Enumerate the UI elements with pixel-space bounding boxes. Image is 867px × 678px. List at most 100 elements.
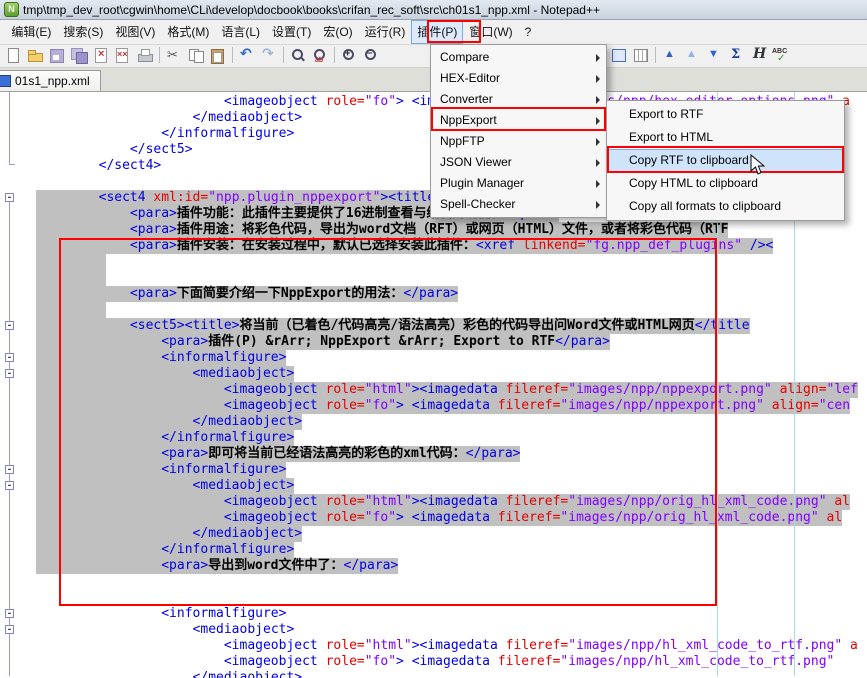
- code-line-text: <sect5><title>将当前（已着色/代码高亮/语法高亮）彩色的代码导出问…: [36, 318, 750, 334]
- plugins-menu: CompareHEX-EditorConverterNppExportNppFT…: [430, 44, 607, 218]
- paste-icon[interactable]: [208, 46, 228, 64]
- code-line-text: [36, 254, 106, 270]
- zoom-out-icon[interactable]: [361, 46, 381, 64]
- toolbar-left: [2, 46, 382, 64]
- code-line: - <mediaobject>: [0, 366, 867, 382]
- fold-toggle-icon[interactable]: -: [5, 625, 14, 634]
- tri-up2-icon[interactable]: [682, 46, 702, 64]
- tab-label: 01s1_npp.xml: [15, 74, 90, 88]
- replace-icon[interactable]: [310, 46, 330, 64]
- menu-language[interactable]: 语言(L): [215, 20, 266, 44]
- code-line-text: <para>插件(P) &rArr; NppExport &rArr; Expo…: [36, 334, 610, 350]
- code-line-text: </mediaobject>: [36, 670, 302, 678]
- undo-icon[interactable]: [237, 46, 257, 64]
- code-line: <para>即可将当前已经语法高亮的彩色的xml代码：</para>: [0, 446, 867, 462]
- code-line: [0, 590, 867, 606]
- copy-icon[interactable]: [186, 46, 206, 64]
- spell-icon[interactable]: [770, 46, 790, 64]
- menu-view[interactable]: 视图(V): [109, 20, 161, 44]
- find-icon[interactable]: [288, 46, 308, 64]
- zoom-in-icon[interactable]: [339, 46, 359, 64]
- menu-item-export-to-html[interactable]: Export to HTML: [607, 126, 844, 149]
- sigma-icon[interactable]: [726, 46, 746, 64]
- new-file-icon[interactable]: [3, 46, 23, 64]
- menu-help[interactable]: ?: [519, 20, 538, 44]
- code-line: <imageobject role="html"><imagedata file…: [0, 638, 867, 654]
- notepad-plus-plus-window: { "window": { "title": "tmp\\tmp_dev_roo…: [0, 0, 867, 674]
- code-line-text: <mediaobject>: [36, 622, 294, 638]
- menu-item-export-to-rtf[interactable]: Export to RTF: [607, 103, 844, 126]
- menu-item-converter[interactable]: Converter: [431, 89, 606, 110]
- nppexport-submenu: Export to RTFExport to HTMLCopy RTF to c…: [606, 100, 845, 221]
- code-line: </informalfigure>: [0, 430, 867, 446]
- menu-plugins[interactable]: 插件(P): [411, 20, 463, 44]
- menu-format[interactable]: 格式(M): [161, 20, 215, 44]
- code-line: </mediaobject>: [0, 414, 867, 430]
- code-line: <para>导出到word文件中了：</para>: [0, 558, 867, 574]
- code-line: [0, 254, 867, 270]
- code-line: </informalfigure>: [0, 542, 867, 558]
- menu-item-plugin-manager[interactable]: Plugin Manager: [431, 173, 606, 194]
- fold-toggle-icon[interactable]: -: [5, 481, 14, 490]
- code-line: </mediaobject>: [0, 670, 867, 678]
- menu-edit[interactable]: 编辑(E): [5, 20, 57, 44]
- code-line-text: <mediaobject>: [36, 366, 294, 382]
- menu-run[interactable]: 运行(R): [359, 20, 412, 44]
- fold-toggle-icon[interactable]: -: [5, 465, 14, 474]
- doc-switch-icon[interactable]: [609, 46, 629, 64]
- code-line: </mediaobject>: [0, 526, 867, 542]
- code-line: <imageobject role="html"><imagedata file…: [0, 494, 867, 510]
- code-line: - <informalfigure>: [0, 606, 867, 622]
- code-line: - <mediaobject>: [0, 478, 867, 494]
- code-line: <para>插件安装：在安装过程中，默认已选择安装此插件：<xref linke…: [0, 238, 867, 254]
- save-icon[interactable]: [47, 46, 67, 64]
- redo-icon[interactable]: [259, 46, 279, 64]
- notepad-plus-plus-icon: N: [4, 2, 19, 17]
- menu-item-nppexport[interactable]: NppExport: [431, 110, 606, 131]
- menu-item-spell-checker[interactable]: Spell-Checker: [431, 194, 606, 215]
- saved-state-icon: [0, 75, 11, 87]
- fold-toggle-icon[interactable]: -: [5, 321, 14, 330]
- close-icon[interactable]: [91, 46, 111, 64]
- code-line-text: </mediaobject>: [36, 414, 302, 430]
- fold-toggle-icon[interactable]: -: [5, 193, 14, 202]
- menu-item-nppftp[interactable]: NppFTP: [431, 131, 606, 152]
- save-all-icon[interactable]: [69, 46, 89, 64]
- menu-item-hex-editor[interactable]: HEX-Editor: [431, 68, 606, 89]
- close-all-icon[interactable]: [113, 46, 133, 64]
- code-line-text: <mediaobject>: [36, 478, 294, 494]
- menu-item-copy-rtf-to-clipboard[interactable]: Copy RTF to clipboard: [607, 149, 844, 172]
- toolbar-separator: [283, 47, 284, 63]
- cut-icon[interactable]: [164, 46, 184, 64]
- fold-toggle-icon[interactable]: -: [5, 369, 14, 378]
- menu-settings[interactable]: 设置(T): [266, 20, 317, 44]
- code-line-text: <informalfigure>: [36, 350, 286, 366]
- tab-ch01s1-npp-xml[interactable]: 01s1_npp.xml: [0, 70, 101, 91]
- menu-item-copy-html-to-clipboard[interactable]: Copy HTML to clipboard: [607, 172, 844, 195]
- menu-search[interactable]: 搜索(S): [57, 20, 109, 44]
- toolbar-right: [608, 46, 791, 64]
- tri-down-icon[interactable]: [704, 46, 724, 64]
- heading-icon[interactable]: [748, 46, 768, 64]
- menu-bar: 文件(F)编辑(E)搜索(S)视图(V)格式(M)语言(L)设置(T)宏(O)运…: [0, 20, 867, 45]
- fold-toggle-icon[interactable]: -: [5, 609, 14, 618]
- print-icon[interactable]: [135, 46, 155, 64]
- code-line-text: <imageobject role="html"><imagedata file…: [36, 494, 850, 510]
- code-line: <imageobject role="fo"> <imagedata filer…: [0, 510, 867, 526]
- code-line-text: <informalfigure>: [36, 462, 286, 478]
- fold-toggle-icon[interactable]: -: [5, 353, 14, 362]
- grid-icon[interactable]: [631, 46, 651, 64]
- menu-item-compare[interactable]: Compare: [431, 47, 606, 68]
- code-line: - <informalfigure>: [0, 462, 867, 478]
- menu-window[interactable]: 窗口(W): [463, 20, 518, 44]
- menu-macro[interactable]: 宏(O): [317, 20, 358, 44]
- code-line-text: <imageobject role="html"><imagedata file…: [36, 638, 858, 654]
- code-line-text: [36, 270, 106, 286]
- window-title: tmp\tmp_dev_root\cgwin\home\CLi\develop\…: [23, 3, 600, 17]
- code-line-text: [36, 302, 106, 318]
- code-line-text: </informalfigure>: [36, 430, 294, 446]
- menu-item-copy-all-formats-to-clipboard[interactable]: Copy all formats to clipboard: [607, 195, 844, 218]
- menu-item-json-viewer[interactable]: JSON Viewer: [431, 152, 606, 173]
- open-folder-icon[interactable]: [25, 46, 45, 64]
- tri-up-icon[interactable]: [660, 46, 680, 64]
